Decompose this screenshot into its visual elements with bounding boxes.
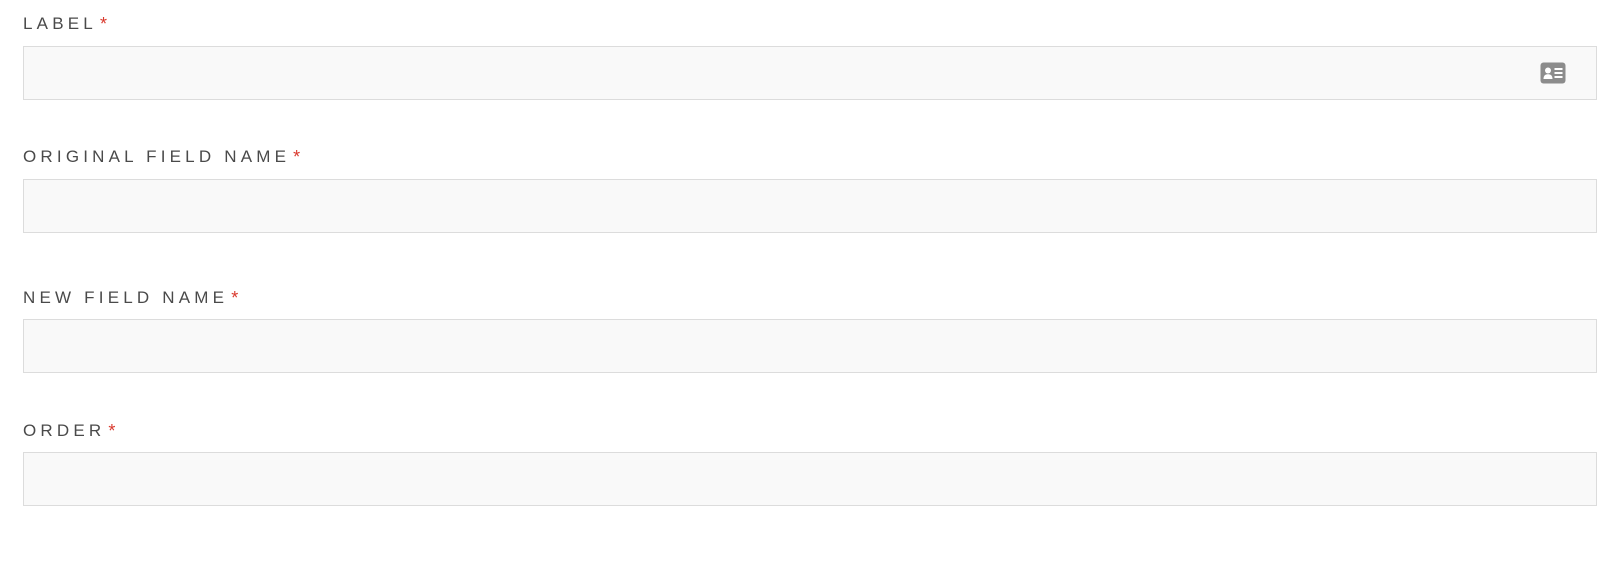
label-input-wrapper	[23, 46, 1597, 100]
order-field-label: ORDER *	[23, 421, 1597, 441]
order-field-group: ORDER *	[23, 421, 1597, 506]
original-field-name-label-text: ORIGINAL FIELD NAME	[23, 147, 291, 166]
order-field-label-text: ORDER	[23, 421, 106, 440]
original-field-name-input-wrapper	[23, 179, 1597, 233]
label-field-label-text: LABEL	[23, 14, 97, 33]
order-input[interactable]	[24, 453, 1596, 505]
new-field-name-label-text: NEW FIELD NAME	[23, 288, 229, 307]
label-input[interactable]	[24, 47, 1596, 99]
required-star: *	[108, 420, 116, 441]
required-star: *	[293, 146, 301, 167]
original-field-name-label: ORIGINAL FIELD NAME *	[23, 147, 1597, 167]
new-field-name-input[interactable]	[24, 320, 1596, 372]
required-star: *	[231, 287, 239, 308]
original-field-name-input[interactable]	[24, 180, 1596, 232]
label-field-group: LABEL *	[23, 14, 1597, 100]
new-field-name-input-wrapper	[23, 319, 1597, 373]
original-field-name-group: ORIGINAL FIELD NAME *	[23, 147, 1597, 233]
contact-card-icon[interactable]	[1540, 62, 1566, 84]
order-input-wrapper	[23, 452, 1597, 506]
required-star: *	[99, 13, 107, 34]
label-field-label: LABEL *	[23, 14, 1597, 34]
new-field-name-label: NEW FIELD NAME *	[23, 288, 1597, 308]
new-field-name-group: NEW FIELD NAME *	[23, 288, 1597, 373]
